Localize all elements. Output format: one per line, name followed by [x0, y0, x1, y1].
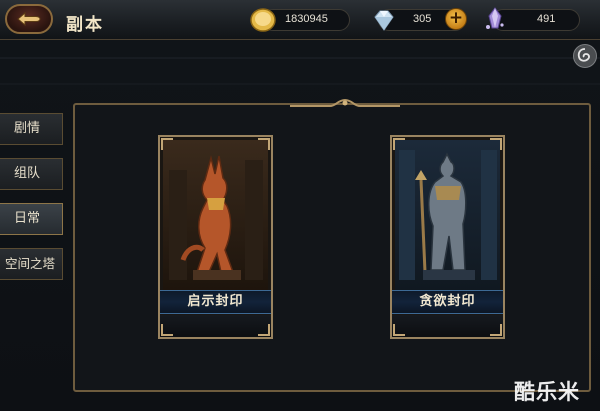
- warrior-statue-art: [395, 140, 500, 292]
- back-button[interactable]: [5, 4, 53, 34]
- top-bar: 副本 1830945 305 + 491: [0, 0, 600, 40]
- anubis-statue-art: [163, 140, 268, 292]
- diamond-value: 305: [413, 13, 432, 25]
- frame-corner: [258, 324, 270, 336]
- dungeon-panel: [73, 103, 591, 392]
- tab-story[interactable]: 剧情: [0, 113, 63, 145]
- crystal-value: 491: [537, 13, 556, 25]
- swirl-icon: [577, 48, 590, 62]
- dungeon-card-revelation[interactable]: 启示封印: [158, 135, 273, 339]
- back-arrow-icon: [17, 11, 41, 27]
- frame-corner: [161, 138, 173, 150]
- frame-corner: [258, 138, 270, 150]
- gold-value: 1830945: [285, 13, 328, 25]
- frame-corner: [393, 138, 405, 150]
- tab-space-tower[interactable]: 空间之塔: [0, 248, 63, 280]
- tab-team[interactable]: 组队: [0, 158, 63, 190]
- page-title: 副本: [66, 15, 104, 35]
- gold-coin-icon: [250, 8, 276, 32]
- card-footer: [392, 315, 503, 337]
- frame-corner: [161, 324, 173, 336]
- diamond-icon: [374, 10, 394, 31]
- frame-corner: [490, 138, 502, 150]
- tab-daily[interactable]: 日常: [0, 203, 63, 235]
- dungeon-name: 贪欲封印: [392, 290, 503, 314]
- frame-corner: [393, 324, 405, 336]
- add-diamond-button[interactable]: +: [445, 8, 467, 30]
- swirl-button[interactable]: [573, 44, 597, 68]
- watermark: 酷乐米: [514, 380, 580, 404]
- card-footer: [160, 315, 271, 337]
- dungeon-card-greed[interactable]: 贪欲封印: [390, 135, 505, 339]
- frame-corner: [490, 324, 502, 336]
- panel-top-ornament: [290, 98, 400, 107]
- dungeon-name: 启示封印: [160, 290, 271, 314]
- purple-crystal-icon: [486, 7, 504, 29]
